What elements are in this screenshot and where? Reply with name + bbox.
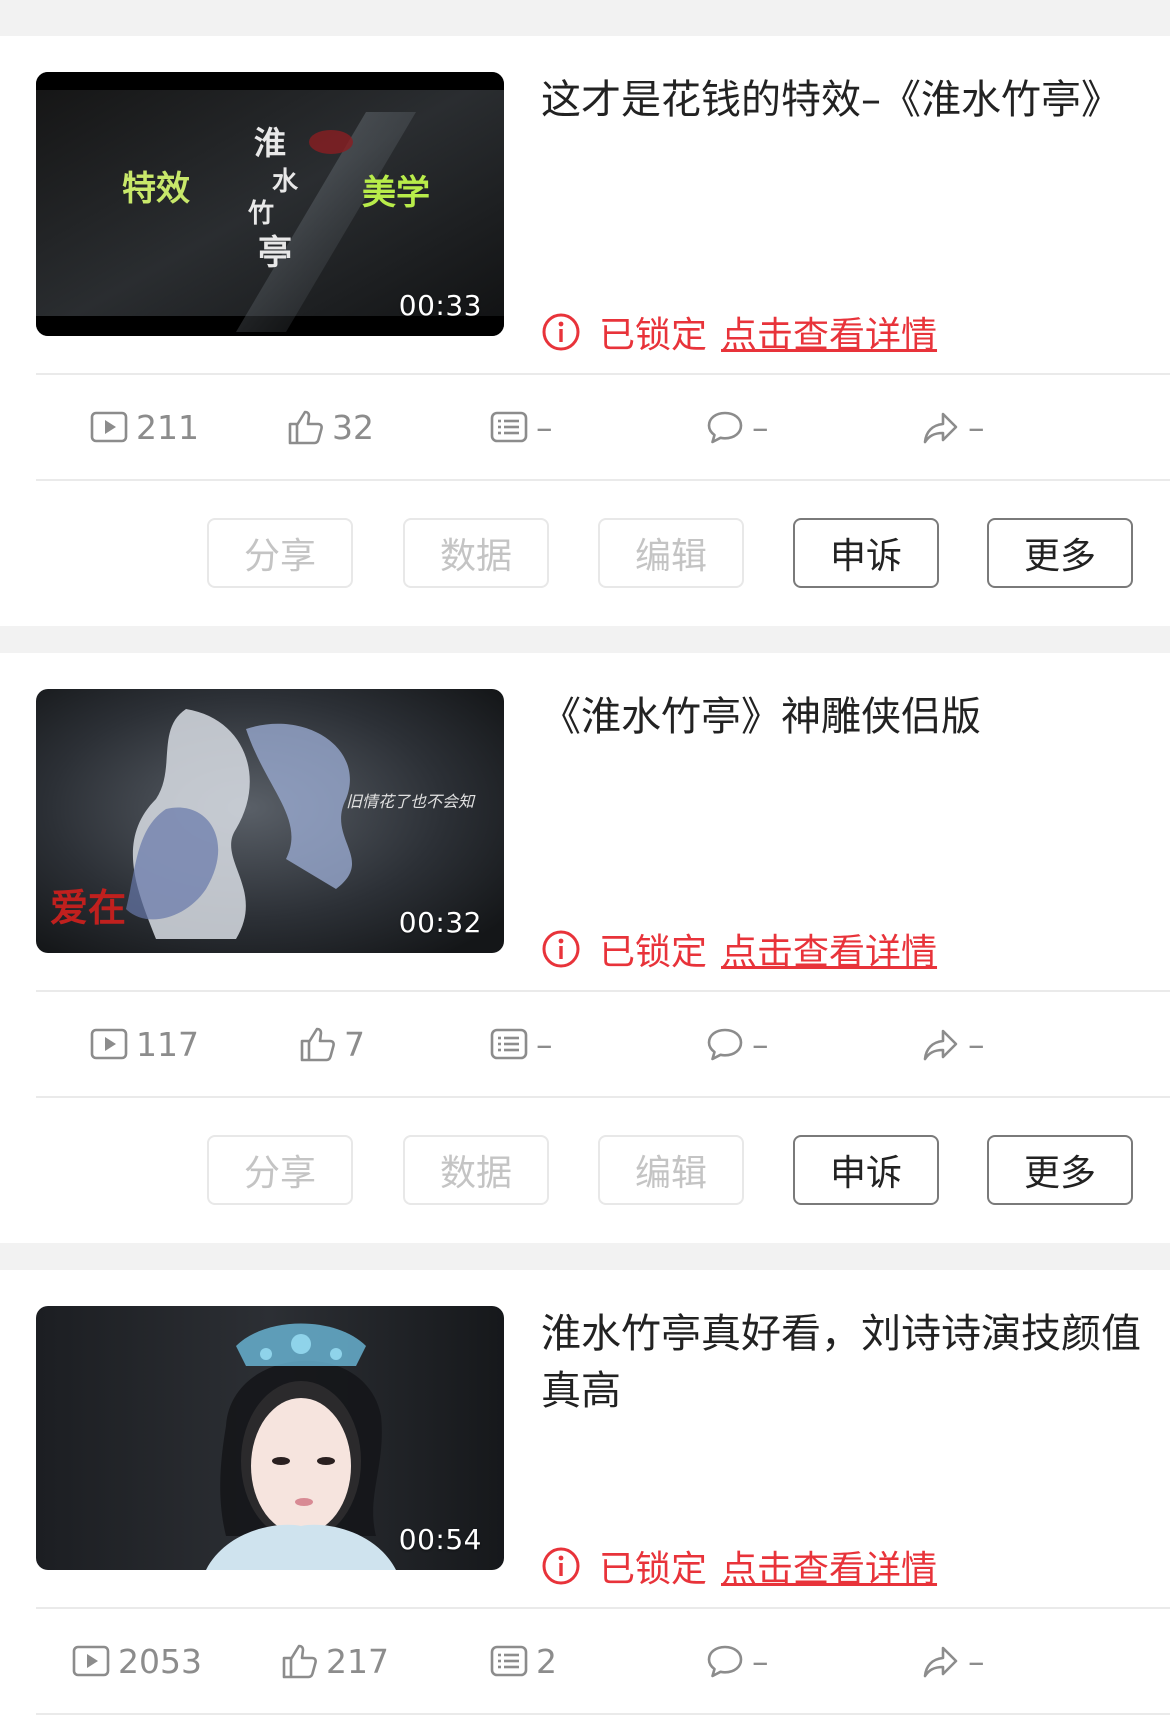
shares-count: –	[968, 1641, 985, 1681]
thumb-text: 旧情花了也不会知	[346, 792, 476, 811]
locked-status: 已锁定 点击查看详情	[541, 923, 937, 975]
thumbs-up-icon	[288, 410, 323, 445]
actions-row: 分享 数据 编辑 申诉 更多	[0, 518, 1170, 592]
edit-button[interactable]: 编辑	[598, 1135, 744, 1205]
plays-stat: 2053	[70, 1609, 202, 1713]
play-count-icon	[72, 1645, 110, 1677]
danmaku-icon	[490, 1028, 528, 1060]
thumb-text: 竹	[247, 199, 274, 229]
shares-stat: –	[920, 992, 985, 1096]
plays-count: 2053	[118, 1641, 202, 1681]
view-details-link[interactable]: 点击查看详情	[721, 1540, 937, 1592]
divider	[36, 1096, 1170, 1098]
locked-label: 已锁定	[599, 1549, 708, 1590]
locked-label: 已锁定	[599, 315, 708, 356]
video-card: 特效 美学 淮 水 竹 亭 00:33 这才是花钱的特效–《淮水竹亭》 已锁定 …	[0, 36, 1170, 626]
thumb-text: 水	[272, 167, 299, 197]
share-arrow-icon	[923, 1029, 958, 1061]
comments-count: –	[752, 1641, 769, 1681]
comments-stat: –	[704, 1609, 769, 1713]
share-arrow-icon	[923, 412, 958, 444]
share-arrow-icon	[923, 1646, 958, 1678]
likes-stat: 7	[296, 992, 365, 1096]
stats-row: 117 7 – – –	[36, 992, 1170, 1096]
plays-stat: 117	[88, 992, 199, 1096]
more-button[interactable]: 更多	[987, 1135, 1133, 1205]
thumb-text: 爱在	[50, 885, 126, 930]
data-button[interactable]: 数据	[403, 518, 549, 588]
thumbs-up-icon	[300, 1027, 335, 1062]
play-count-icon	[90, 1028, 128, 1060]
top-gap	[0, 0, 1170, 36]
danmaku-stat: –	[488, 992, 553, 1096]
duration-label: 00:54	[398, 1523, 482, 1556]
actions-row: 分享 数据 编辑 申诉 更多	[0, 1135, 1170, 1209]
divider	[36, 1713, 1170, 1715]
info-icon	[542, 1547, 580, 1585]
comment-icon	[707, 1028, 743, 1061]
plays-stat: 211	[88, 375, 199, 479]
duration-label: 00:32	[398, 906, 482, 939]
video-title[interactable]: 《淮水竹亭》神雕侠侣版	[541, 689, 1141, 746]
comment-icon	[707, 1645, 743, 1678]
plays-count: 211	[136, 407, 199, 447]
thumb-text: 特效	[122, 169, 190, 209]
likes-count: 217	[326, 1641, 389, 1681]
video-thumbnail[interactable]: 特效 美学 淮 水 竹 亭 00:33	[36, 72, 504, 336]
thumb-text: 亭	[258, 233, 292, 273]
danmaku-stat: 2	[488, 1609, 557, 1713]
shares-count: –	[968, 1024, 985, 1064]
danmaku-count: 2	[536, 1641, 557, 1681]
edit-button[interactable]: 编辑	[598, 518, 744, 588]
comments-count: –	[752, 1024, 769, 1064]
video-card: 旧情花了也不会知 爱在 00:32 《淮水竹亭》神雕侠侣版 已锁定 点击查看详情…	[0, 653, 1170, 1243]
duration-label: 00:33	[398, 289, 482, 322]
more-button[interactable]: 更多	[987, 518, 1133, 588]
comments-stat: –	[704, 992, 769, 1096]
view-details-link[interactable]: 点击查看详情	[721, 306, 937, 358]
comments-stat: –	[704, 375, 769, 479]
info-icon	[542, 930, 580, 968]
appeal-button[interactable]: 申诉	[793, 518, 939, 588]
locked-label: 已锁定	[599, 932, 708, 973]
locked-status: 已锁定 点击查看详情	[541, 1540, 937, 1592]
comment-icon	[707, 411, 743, 444]
video-thumbnail[interactable]: 00:54	[36, 1306, 504, 1570]
share-button[interactable]: 分享	[207, 1135, 353, 1205]
likes-count: 7	[344, 1024, 365, 1064]
shares-count: –	[968, 407, 985, 447]
info-icon	[542, 313, 580, 351]
video-title[interactable]: 这才是花钱的特效–《淮水竹亭》	[541, 72, 1141, 129]
share-button[interactable]: 分享	[207, 518, 353, 588]
stats-row: 211 32 – – –	[36, 375, 1170, 479]
likes-stat: 32	[284, 375, 374, 479]
thumb-text: 美学	[362, 173, 430, 213]
thumb-text: 淮	[254, 124, 286, 162]
shares-stat: –	[920, 375, 985, 479]
divider	[36, 479, 1170, 481]
danmaku-icon	[490, 411, 528, 443]
danmaku-count: –	[536, 407, 553, 447]
view-details-link[interactable]: 点击查看详情	[721, 923, 937, 975]
stats-row: 2053 217 2 – –	[36, 1609, 1170, 1713]
thumbs-up-icon	[282, 1644, 317, 1679]
locked-status: 已锁定 点击查看详情	[541, 306, 937, 358]
danmaku-count: –	[536, 1024, 553, 1064]
comments-count: –	[752, 407, 769, 447]
play-count-icon	[90, 411, 128, 443]
appeal-button[interactable]: 申诉	[793, 1135, 939, 1205]
video-thumbnail[interactable]: 旧情花了也不会知 爱在 00:32	[36, 689, 504, 953]
danmaku-icon	[490, 1645, 528, 1677]
video-card: 00:54 淮水竹亭真好看，刘诗诗演技颜值真高 已锁定 点击查看详情 2053 …	[0, 1270, 1170, 1733]
plays-count: 117	[136, 1024, 199, 1064]
video-title[interactable]: 淮水竹亭真好看，刘诗诗演技颜值真高	[541, 1306, 1141, 1420]
likes-stat: 217	[278, 1609, 389, 1713]
danmaku-stat: –	[488, 375, 553, 479]
likes-count: 32	[332, 407, 374, 447]
shares-stat: –	[920, 1609, 985, 1713]
data-button[interactable]: 数据	[403, 1135, 549, 1205]
